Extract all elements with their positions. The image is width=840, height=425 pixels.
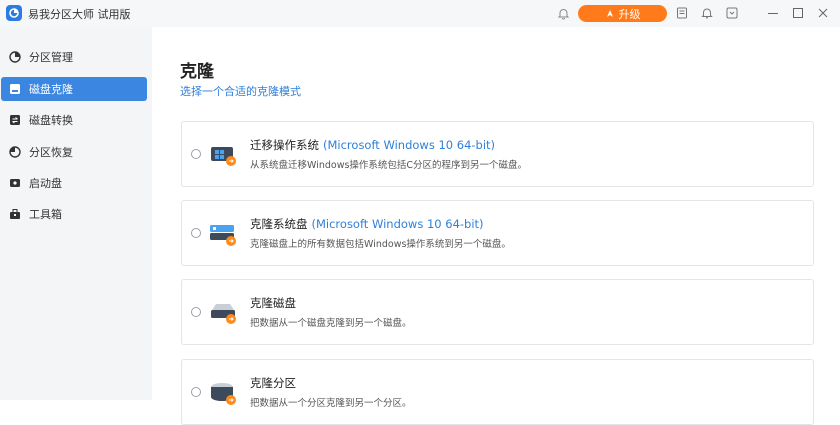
- clone-system-disk-icon: [207, 217, 241, 251]
- option-card-migrate-os[interactable]: 迁移操作系统 (Microsoft Windows 10 64-bit) 从系统盘…: [181, 121, 814, 187]
- menu-icon[interactable]: [725, 6, 739, 20]
- sidebar-item-label: 分区管理: [29, 51, 73, 64]
- minimize-icon[interactable]: [766, 6, 780, 20]
- sidebar-item-label: 工具箱: [29, 208, 62, 221]
- upgrade-label: 升级: [618, 7, 641, 21]
- boot-disk-icon: [9, 177, 21, 189]
- sidebar-item-boot-disk[interactable]: 启动盘: [1, 171, 147, 195]
- sidebar-item-partition-recovery[interactable]: 分区恢复: [1, 140, 147, 164]
- option-description: 从系统盘迁移Windows操作系统包括C分区的程序到另一个磁盘。: [250, 160, 528, 171]
- toolbox-icon: [9, 208, 21, 220]
- sidebar-item-label: 分区恢复: [29, 146, 73, 159]
- migrate-os-icon: [207, 138, 241, 172]
- option-radio[interactable]: [191, 307, 201, 317]
- sidebar-item-label: 启动盘: [29, 177, 62, 190]
- clone-disk-icon: [207, 296, 241, 330]
- app-title: 易我分区大师 试用版: [28, 8, 131, 21]
- sidebar-item-label: 磁盘转换: [29, 114, 73, 127]
- page-title: 克隆: [180, 62, 214, 82]
- main-content: 克隆 选择一个合适的克隆模式 迁移操作系统 (Microsoft Windows …: [152, 27, 840, 425]
- clone-partition-icon: [207, 376, 241, 410]
- close-icon[interactable]: [816, 6, 830, 20]
- option-description: 把数据从一个磁盘克隆到另一个磁盘。: [250, 318, 412, 329]
- sidebar-item-disk-convert[interactable]: 磁盘转换: [1, 108, 147, 132]
- option-card-clone-partition[interactable]: 克隆分区 把数据从一个分区克隆到另一个分区。: [181, 359, 814, 425]
- option-radio[interactable]: [191, 228, 201, 238]
- option-description: 把数据从一个分区克隆到另一个分区。: [250, 398, 412, 409]
- feedback-icon[interactable]: [675, 6, 689, 20]
- page-subtitle: 选择一个合适的克隆模式: [180, 85, 301, 98]
- option-title: 迁移操作系统 (Microsoft Windows 10 64-bit): [250, 138, 496, 152]
- clone-icon: [9, 83, 21, 95]
- rocket-icon: [606, 9, 613, 17]
- pie-chart-icon: [9, 51, 21, 63]
- maximize-icon[interactable]: [791, 6, 805, 20]
- sidebar: 分区管理 磁盘克隆 磁盘转换 分区恢复 启动盘 工具箱: [0, 27, 152, 400]
- upgrade-button[interactable]: 升级: [578, 5, 667, 22]
- convert-icon: [9, 114, 21, 126]
- sidebar-item-disk-clone[interactable]: 磁盘克隆: [1, 77, 147, 101]
- sidebar-item-partition-manager[interactable]: 分区管理: [1, 45, 147, 69]
- option-radio[interactable]: [191, 387, 201, 397]
- option-description: 克隆磁盘上的所有数据包括Windows操作系统到另一个磁盘。: [250, 239, 511, 250]
- title-bar: 易我分区大师 试用版 升级: [0, 0, 840, 27]
- option-title: 克隆分区: [250, 376, 296, 390]
- option-title: 克隆系统盘 (Microsoft Windows 10 64-bit): [250, 217, 484, 231]
- sidebar-item-label: 磁盘克隆: [29, 83, 73, 96]
- option-card-clone-disk[interactable]: 克隆磁盘 把数据从一个磁盘克隆到另一个磁盘。: [181, 279, 814, 345]
- option-radio[interactable]: [191, 149, 201, 159]
- app-logo-icon: [6, 5, 22, 21]
- sidebar-item-toolbox[interactable]: 工具箱: [1, 202, 147, 226]
- option-card-clone-system-disk[interactable]: 克隆系统盘 (Microsoft Windows 10 64-bit) 克隆磁盘上…: [181, 200, 814, 266]
- option-title: 克隆磁盘: [250, 296, 296, 310]
- bell-icon[interactable]: [700, 6, 714, 20]
- notification-bell-icon[interactable]: [556, 6, 570, 20]
- recovery-icon: [9, 146, 21, 158]
